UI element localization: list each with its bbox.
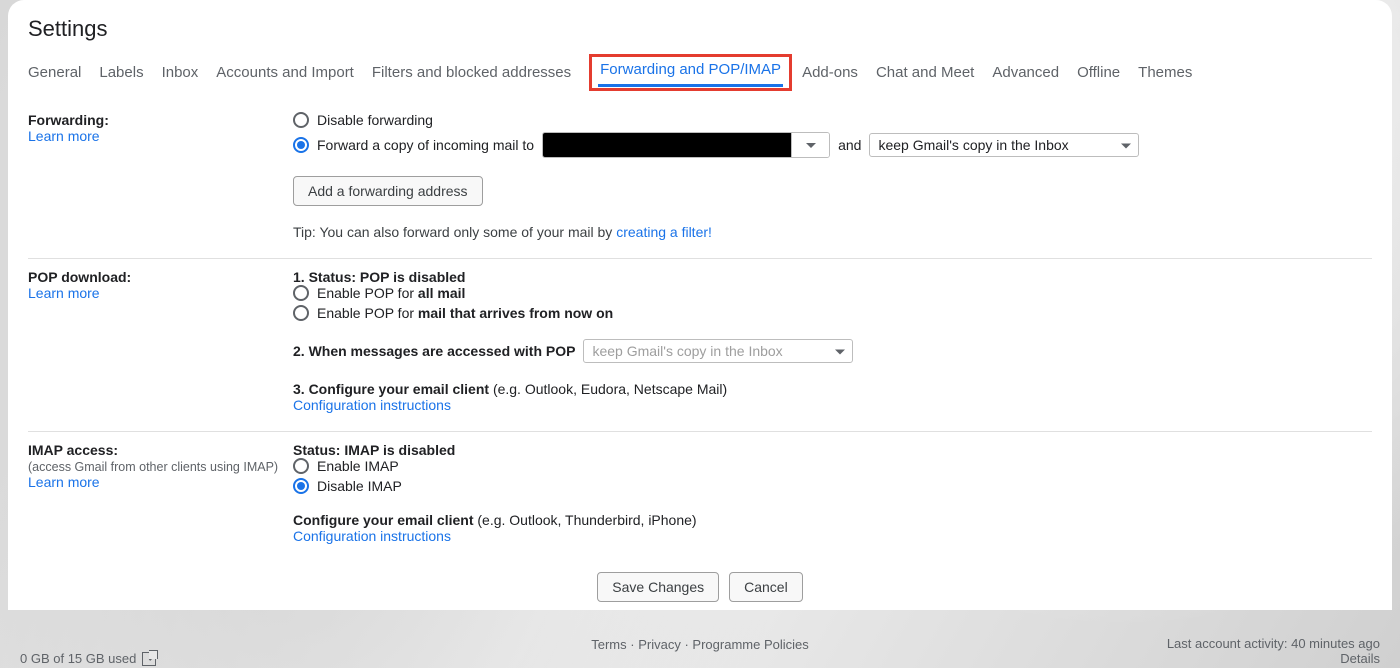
storage-usage[interactable]: 0 GB of 15 GB used bbox=[20, 651, 156, 666]
highlighted-tab-marker: Forwarding and POP/IMAP bbox=[589, 54, 792, 91]
pop-learn-more-link[interactable]: Learn more bbox=[28, 285, 293, 301]
terms-link[interactable]: Terms bbox=[591, 637, 626, 652]
pop-title: POP download: bbox=[28, 269, 293, 285]
tab-chat[interactable]: Chat and Meet bbox=[876, 54, 988, 91]
add-forwarding-address-button[interactable]: Add a forwarding address bbox=[293, 176, 483, 206]
separator: · bbox=[684, 637, 692, 652]
imap-body: Status: IMAP is disabled Enable IMAP Dis… bbox=[293, 442, 1372, 544]
tab-advanced[interactable]: Advanced bbox=[992, 54, 1073, 91]
pop-enable-all-bold: all mail bbox=[418, 285, 465, 301]
imap-label-col: IMAP access: (access Gmail from other cl… bbox=[28, 442, 293, 544]
cancel-button[interactable]: Cancel bbox=[729, 572, 803, 602]
pop-when-accessed-row: 2. When messages are accessed with POP k… bbox=[293, 339, 1372, 363]
tab-accounts[interactable]: Accounts and Import bbox=[216, 54, 368, 91]
imap-enable-label: Enable IMAP bbox=[317, 458, 399, 474]
pop-configure-prefix: 3. Configure your email client bbox=[293, 381, 493, 397]
forwarding-title: Forwarding: bbox=[28, 112, 293, 128]
tab-filters[interactable]: Filters and blocked addresses bbox=[372, 54, 585, 91]
forwarding-forward-radio[interactable] bbox=[293, 137, 309, 153]
forwarding-section: Forwarding: Learn more Disable forwardin… bbox=[28, 102, 1372, 259]
imap-section: IMAP access: (access Gmail from other cl… bbox=[28, 432, 1372, 562]
forwarding-learn-more-link[interactable]: Learn more bbox=[28, 128, 293, 144]
pop-enable-new-row: Enable POP for mail that arrives from no… bbox=[293, 305, 1372, 321]
storage-text: 0 GB of 15 GB used bbox=[20, 651, 136, 666]
forwarding-disable-radio[interactable] bbox=[293, 112, 309, 128]
settings-content: Forwarding: Learn more Disable forwardin… bbox=[8, 92, 1392, 610]
footer: 0 GB of 15 GB used Terms · Privacy · Pro… bbox=[8, 618, 1392, 668]
imap-learn-more-link[interactable]: Learn more bbox=[28, 474, 293, 490]
imap-enable-radio[interactable] bbox=[293, 458, 309, 474]
forwarding-disable-row: Disable forwarding bbox=[293, 112, 1372, 128]
forwarding-action-value: keep Gmail's copy in the Inbox bbox=[878, 137, 1068, 153]
pop-section: POP download: Learn more 1. Status: POP … bbox=[28, 259, 1372, 432]
forwarding-forward-row: Forward a copy of incoming mail to and k… bbox=[293, 132, 1372, 158]
separator: · bbox=[630, 637, 638, 652]
pop-enable-new-label: Enable POP for mail that arrives from no… bbox=[317, 305, 613, 321]
page-title: Settings bbox=[8, 0, 1392, 54]
pop-enable-all-prefix: Enable POP for bbox=[317, 285, 418, 301]
forwarding-body: Disable forwarding Forward a copy of inc… bbox=[293, 112, 1372, 240]
tab-offline[interactable]: Offline bbox=[1077, 54, 1134, 91]
forwarding-disable-label: Disable forwarding bbox=[317, 112, 433, 128]
chevron-down-icon[interactable] bbox=[791, 133, 829, 157]
pop-label-col: POP download: Learn more bbox=[28, 269, 293, 413]
forwarding-action-select[interactable]: keep Gmail's copy in the Inbox bbox=[869, 133, 1139, 157]
forwarding-tip: Tip: You can also forward only some of y… bbox=[293, 224, 1372, 240]
pop-status-value: POP is disabled bbox=[360, 269, 466, 285]
tab-forwarding[interactable]: Forwarding and POP/IMAP bbox=[598, 57, 783, 87]
pop-enable-all-row: Enable POP for all mail bbox=[293, 285, 1372, 301]
imap-disable-radio[interactable] bbox=[293, 478, 309, 494]
pop-configure-row: 3. Configure your email client (e.g. Out… bbox=[293, 381, 1372, 397]
pop-action-select[interactable]: keep Gmail's copy in the Inbox bbox=[583, 339, 853, 363]
pop-enable-new-bold: mail that arrives from now on bbox=[418, 305, 613, 321]
forwarding-tip-text: Tip: You can also forward only some of y… bbox=[293, 224, 616, 240]
pop-status-row: 1. Status: POP is disabled bbox=[293, 269, 1372, 285]
imap-disable-label: Disable IMAP bbox=[317, 478, 402, 494]
pop-enable-all-label: Enable POP for all mail bbox=[317, 285, 465, 301]
forwarding-and-text: and bbox=[838, 137, 861, 153]
pop-enable-all-radio[interactable] bbox=[293, 285, 309, 301]
create-filter-link[interactable]: creating a filter! bbox=[616, 224, 712, 240]
pop-enable-new-radio[interactable] bbox=[293, 305, 309, 321]
pop-enable-new-prefix: Enable POP for bbox=[317, 305, 418, 321]
pop-action-value: keep Gmail's copy in the Inbox bbox=[592, 343, 782, 359]
tab-inbox[interactable]: Inbox bbox=[162, 54, 213, 91]
details-link[interactable]: Details bbox=[1340, 651, 1380, 666]
pop-configure-hint: (e.g. Outlook, Eudora, Netscape Mail) bbox=[493, 381, 727, 397]
pop-when-accessed-label: 2. When messages are accessed with POP bbox=[293, 343, 575, 359]
imap-status-prefix: Status: bbox=[293, 442, 344, 458]
action-row: Save Changes Cancel bbox=[28, 562, 1372, 610]
imap-configuration-link[interactable]: Configuration instructions bbox=[293, 528, 1372, 544]
imap-disable-row: Disable IMAP bbox=[293, 478, 1372, 494]
imap-status-value: IMAP is disabled bbox=[344, 442, 455, 458]
tab-general[interactable]: General bbox=[28, 54, 95, 91]
pop-configuration-link[interactable]: Configuration instructions bbox=[293, 397, 1372, 413]
tab-themes[interactable]: Themes bbox=[1138, 54, 1206, 91]
tab-addons[interactable]: Add-ons bbox=[802, 54, 872, 91]
imap-subtitle: (access Gmail from other clients using I… bbox=[28, 460, 293, 474]
imap-title: IMAP access: bbox=[28, 442, 293, 458]
tab-labels[interactable]: Labels bbox=[99, 54, 157, 91]
imap-configure-hint: (e.g. Outlook, Thunderbird, iPhone) bbox=[477, 512, 696, 528]
imap-configure-row: Configure your email client (e.g. Outloo… bbox=[293, 512, 1372, 528]
footer-center-links: Terms · Privacy · Programme Policies bbox=[591, 637, 809, 652]
footer-right: Last account activity: 40 minutes ago De… bbox=[1167, 636, 1380, 666]
save-button[interactable]: Save Changes bbox=[597, 572, 719, 602]
external-link-icon bbox=[142, 652, 156, 666]
imap-enable-row: Enable IMAP bbox=[293, 458, 1372, 474]
privacy-link[interactable]: Privacy bbox=[638, 637, 681, 652]
settings-tabs: General Labels Inbox Accounts and Import… bbox=[8, 54, 1392, 92]
policies-link[interactable]: Programme Policies bbox=[692, 637, 808, 652]
imap-status-row: Status: IMAP is disabled bbox=[293, 442, 1372, 458]
redacted-email bbox=[543, 133, 791, 157]
forwarding-forward-label: Forward a copy of incoming mail to bbox=[317, 137, 534, 153]
forwarding-address-select[interactable] bbox=[542, 132, 830, 158]
forwarding-label-col: Forwarding: Learn more bbox=[28, 112, 293, 240]
pop-status-prefix: 1. Status: bbox=[293, 269, 360, 285]
pop-body: 1. Status: POP is disabled Enable POP fo… bbox=[293, 269, 1372, 413]
activity-text: Last account activity: 40 minutes ago bbox=[1167, 636, 1380, 651]
settings-panel: Settings General Labels Inbox Accounts a… bbox=[8, 0, 1392, 610]
imap-configure-prefix: Configure your email client bbox=[293, 512, 477, 528]
